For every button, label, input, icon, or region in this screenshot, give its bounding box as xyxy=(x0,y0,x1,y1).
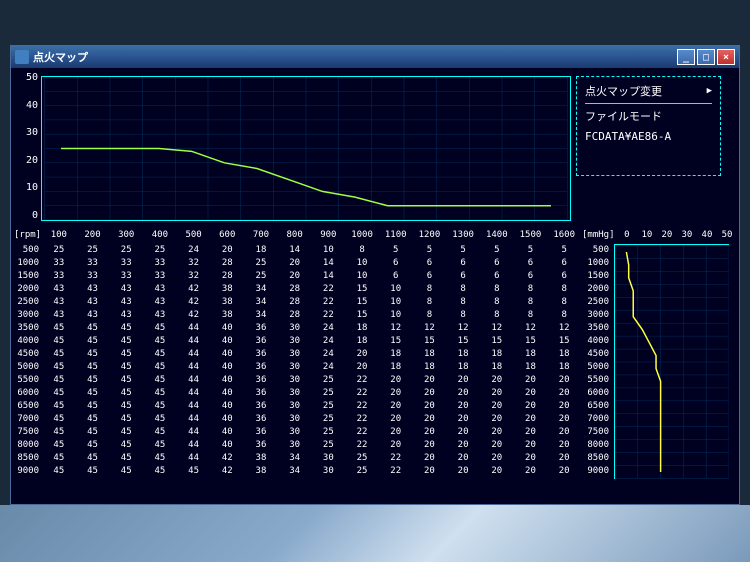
table-column-header: [rpm]10020030040050060070080090010001100… xyxy=(14,230,581,240)
table-row[interactable]: 25004343434342383428221510888882500 xyxy=(14,296,609,309)
maximize-button[interactable]: □ xyxy=(697,49,715,65)
ignition-map-window: 点火マップ _ □ × 50403020100 点火マップ変更 ▶ ファイルモー… xyxy=(10,45,740,505)
app-icon xyxy=(15,50,29,64)
table-row[interactable]: 9000454545454542383430252220202020209000 xyxy=(14,465,609,478)
table-row[interactable]: 8000454545454440363025222020202020208000 xyxy=(14,439,609,452)
main-chart xyxy=(41,76,571,221)
titlebar[interactable]: 点火マップ _ □ × xyxy=(11,46,739,68)
table-row[interactable]: 5500454545454440363025222020202020205500 xyxy=(14,374,609,387)
change-map-label[interactable]: 点火マップ変更 xyxy=(585,83,662,99)
desktop-background xyxy=(0,505,750,562)
table-row[interactable]: 7000454545454440363025222020202020207000 xyxy=(14,413,609,426)
side-chart xyxy=(614,244,729,479)
close-button[interactable]: × xyxy=(717,49,735,65)
window-title: 点火マップ xyxy=(33,49,88,65)
table-row[interactable]: 4000454545454440363024181515151515154000 xyxy=(14,335,609,348)
table-row[interactable]: 5000454545454440363024201818181818185000 xyxy=(14,361,609,374)
table-row[interactable]: 7500454545454440363025222020202020207500 xyxy=(14,426,609,439)
table-row[interactable]: 4500454545454440363024201818181818184500 xyxy=(14,348,609,361)
table-row[interactable]: 3500454545454440363024181212121212123500 xyxy=(14,322,609,335)
table-row[interactable]: 6000454545454440363025222020202020206000 xyxy=(14,387,609,400)
table-row[interactable]: 5002525252524201814108555555500 xyxy=(14,244,609,257)
side-chart-header: [mmHg]01020304050 xyxy=(582,230,737,240)
table-row[interactable]: 1500333333333228252014106666661500 xyxy=(14,270,609,283)
table-row[interactable]: 8500454545454442383430252220202020208500 xyxy=(14,452,609,465)
dropdown-arrow-icon[interactable]: ▶ xyxy=(707,86,712,96)
table-row[interactable]: 30004343434342383428221510888883000 xyxy=(14,309,609,322)
ignition-table[interactable]: 5002525252524201814108555555500100033333… xyxy=(14,244,609,478)
file-mode-label: ファイルモード xyxy=(585,108,712,124)
info-panel: 点火マップ変更 ▶ ファイルモード FCDATA¥AE86-A xyxy=(576,76,721,176)
file-name: FCDATA¥AE86-A xyxy=(585,130,712,143)
table-row[interactable]: 1000333333333228252014106666661000 xyxy=(14,257,609,270)
chart-y-ticks: 50403020100 xyxy=(16,73,38,221)
table-row[interactable]: 20004343434342383428221510888882000 xyxy=(14,283,609,296)
minimize-button[interactable]: _ xyxy=(677,49,695,65)
table-row[interactable]: 6500454545454440363025222020202020206500 xyxy=(14,400,609,413)
